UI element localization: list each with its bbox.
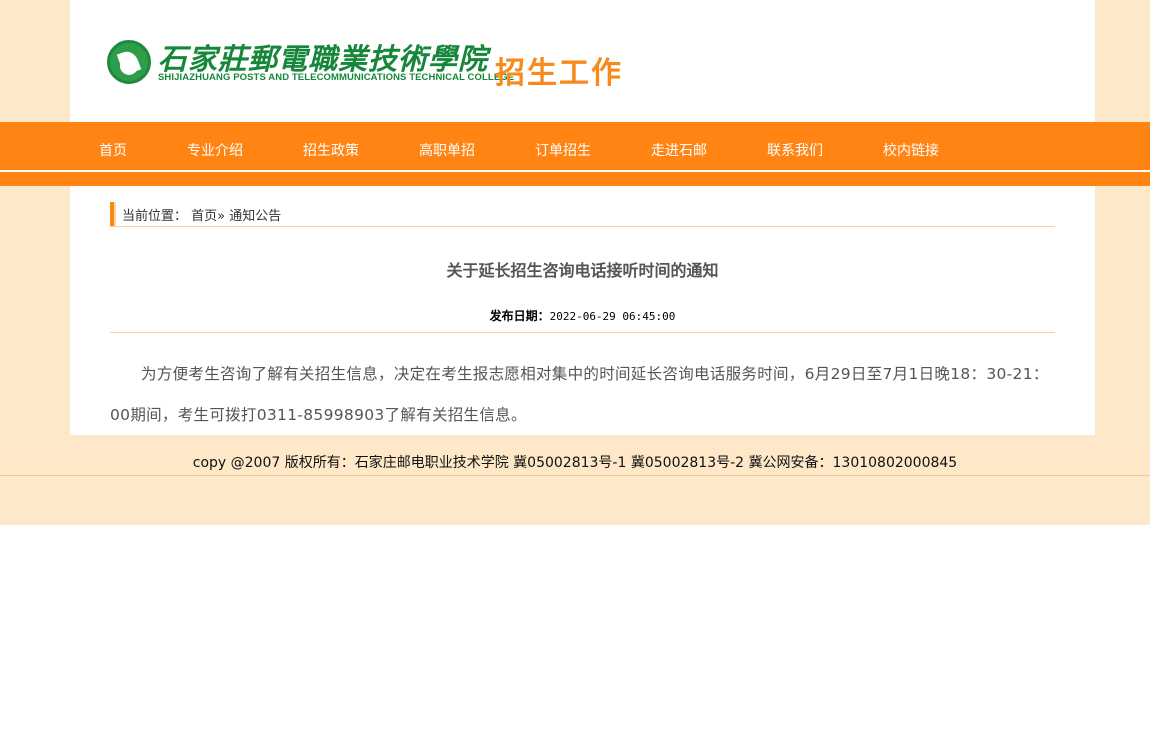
publish-date-label: 发布日期： (489, 309, 550, 323)
nav-item-home[interactable]: 首页 (99, 122, 127, 170)
main-nav: 首页 专业介绍 招生政策 高职单招 订单招生 走进石邮 联系我们 校内链接 (0, 122, 1150, 170)
breadcrumb-home-link[interactable]: 首页 (191, 209, 217, 224)
nav-item-majors[interactable]: 专业介绍 (187, 122, 243, 170)
breadcrumb-prefix: 当前位置： (122, 209, 188, 224)
article-divider (110, 332, 1055, 333)
nav-bottom-band (0, 172, 1150, 186)
college-logo-icon[interactable] (107, 40, 151, 84)
site-header: 石家莊郵電職業技術學院 SHIJIAZHUANG POSTS AND TELEC… (70, 0, 1095, 122)
breadcrumb-separator: » (217, 209, 226, 224)
breadcrumb-text: 当前位置： 首页» 通知公告 (122, 205, 281, 224)
nav-item-policy[interactable]: 招生政策 (303, 122, 359, 170)
publish-date-value: 2022-06-29 06:45:00 (549, 310, 676, 323)
site-footer: copy @2007 版权所有：石家庄邮电职业技术学院 冀05002813号-1… (0, 444, 1150, 476)
publish-date: 发布日期：2022-06-29 06:45:00 (110, 307, 1055, 324)
breadcrumb-marker (110, 202, 116, 226)
breadcrumb-current-link[interactable]: 通知公告 (229, 209, 281, 224)
article-title: 关于延长招生咨询电话接听时间的通知 (446, 261, 719, 280)
breadcrumb: 当前位置： 首页» 通知公告 (110, 202, 1055, 227)
nav-item-contact[interactable]: 联系我们 (767, 122, 823, 170)
nav-item-campus-links[interactable]: 校内链接 (883, 122, 939, 170)
nav-item-single-admission[interactable]: 高职单招 (419, 122, 475, 170)
nav-item-about[interactable]: 走进石邮 (651, 122, 707, 170)
site-title: 招生工作 (495, 56, 623, 91)
college-name-en[interactable]: SHIJIAZHUANG POSTS AND TELECOMMUNICATION… (158, 72, 514, 83)
nav-item-order-admission[interactable]: 订单招生 (535, 122, 591, 170)
article-body: 为方便考生咨询了解有关招生信息，决定在考生报志愿相对集中的时间延长咨询电话服务时… (110, 365, 1049, 424)
